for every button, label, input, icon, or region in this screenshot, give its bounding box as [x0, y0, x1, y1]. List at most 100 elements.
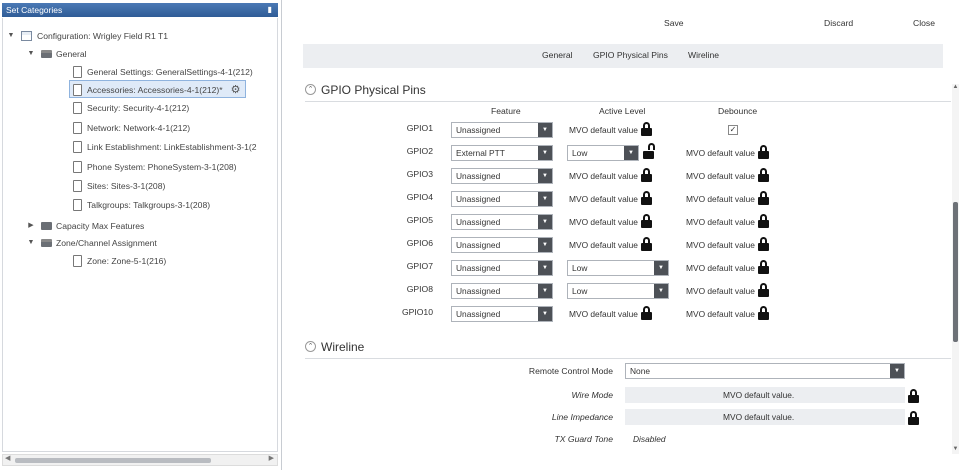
feature-select[interactable]: Unassigned ▼	[451, 260, 553, 276]
lock-icon[interactable]	[757, 168, 769, 183]
active-level-mvo: MVO default value	[569, 168, 652, 185]
chevron-down-icon[interactable]: ▼	[538, 284, 552, 298]
tree-node-general-settings[interactable]: General Settings: GeneralSettings-4-1(21…	[73, 63, 253, 81]
lock-icon[interactable]	[640, 168, 652, 183]
lock-icon[interactable]	[757, 237, 769, 252]
lock-icon[interactable]	[640, 306, 652, 321]
lock-icon[interactable]	[640, 122, 652, 137]
lock-icon[interactable]	[640, 237, 652, 252]
close-button[interactable]: Close	[913, 18, 935, 28]
feature-select[interactable]: Unassigned ▼	[451, 237, 553, 253]
chevron-down-icon[interactable]: ▼	[624, 146, 638, 160]
scrollbar-thumb[interactable]	[15, 458, 211, 463]
chevron-down-icon[interactable]: ▼	[654, 284, 668, 298]
chevron-down-icon[interactable]: ▼	[538, 123, 552, 137]
discard-button[interactable]: Discard	[824, 18, 853, 28]
lock-icon[interactable]	[908, 411, 919, 425]
tx-guard-tone-label: TX Guard Tone	[554, 434, 613, 444]
chevron-down-icon[interactable]: ▼	[654, 261, 668, 275]
debounce-mvo: MVO default value	[686, 283, 769, 300]
tree-node-sites[interactable]: Sites: Sites-3-1(208)	[73, 177, 165, 195]
feature-select[interactable]: Unassigned ▼	[451, 306, 553, 322]
gpio-pin-label: GPIO5	[406, 215, 433, 225]
active-level-mvo: MVO default value	[569, 306, 652, 323]
tree-node-zone[interactable]: Zone: Zone-5-1(216)	[73, 252, 166, 270]
lock-icon[interactable]	[757, 283, 769, 298]
gpio-section-header[interactable]: ⌃ GPIO Physical Pins	[305, 83, 426, 97]
remote-control-mode-select[interactable]: None ▼	[625, 363, 905, 379]
scroll-down-icon[interactable]: ▼	[952, 446, 959, 452]
chevron-down-icon[interactable]: ▼	[538, 261, 552, 275]
lock-icon[interactable]	[908, 389, 919, 403]
lock-icon[interactable]	[757, 260, 769, 275]
scrollbar-thumb[interactable]	[953, 202, 958, 342]
chevron-down-icon[interactable]: ▼	[538, 192, 552, 206]
tree-node-configuration[interactable]: ▼ Configuration: Wrigley Field R1 T1	[8, 27, 168, 45]
active-level-mvo: MVO default value	[569, 122, 652, 139]
collapsed-arrow-icon[interactable]: ▶	[27, 217, 35, 235]
chevron-down-icon[interactable]: ▼	[538, 238, 552, 252]
feature-select[interactable]: Unassigned ▼	[451, 191, 553, 207]
line-impedance-field: MVO default value.	[625, 409, 905, 425]
collapse-icon[interactable]: ⌃	[305, 84, 316, 96]
feature-select[interactable]: Unassigned ▼	[451, 283, 553, 299]
tree-node-capacity-max-features[interactable]: ▶ Capacity Max Features	[28, 217, 144, 235]
lock-icon[interactable]	[757, 145, 769, 160]
feature-select[interactable]: Unassigned ▼	[451, 168, 553, 184]
folder-open-icon	[41, 49, 52, 58]
scroll-up-icon[interactable]: ▲	[952, 84, 959, 90]
debounce-mvo: MVO default value	[686, 191, 769, 208]
pin-icon[interactable]: ▮	[268, 3, 272, 17]
scroll-right-icon[interactable]: ▶	[269, 454, 274, 462]
expand-arrow-icon[interactable]: ▼	[7, 27, 15, 45]
gpio-pin-label: GPIO6	[406, 238, 433, 248]
collapse-icon[interactable]: ⌃	[305, 341, 316, 353]
tab-general[interactable]: General	[542, 50, 573, 60]
unlocked-icon[interactable]	[643, 143, 655, 159]
chevron-down-icon[interactable]: ▼	[538, 307, 552, 321]
wireline-section-header[interactable]: ⌃ Wireline	[305, 340, 364, 354]
lock-icon[interactable]	[757, 214, 769, 229]
tree-node-zone-channel-assignment[interactable]: ▼ Zone/Channel Assignment	[28, 234, 157, 252]
tree-node-phone-system[interactable]: Phone System: PhoneSystem-3-1(208)	[73, 158, 237, 176]
active-level-mvo: MVO default value	[569, 214, 652, 231]
wire-mode-label: Wire Mode	[571, 390, 613, 400]
lock-icon[interactable]	[640, 191, 652, 206]
tree-node-talkgroups[interactable]: Talkgroups: Talkgroups-3-1(208)	[73, 196, 210, 214]
tab-gpio-physical-pins[interactable]: GPIO Physical Pins	[593, 50, 668, 60]
gpio-pin-label: GPIO7	[406, 261, 433, 271]
gear-icon[interactable]: ⚙	[231, 81, 241, 99]
chevron-down-icon[interactable]: ▼	[538, 146, 552, 160]
document-icon	[73, 160, 82, 173]
tab-wireline[interactable]: Wireline	[688, 50, 719, 60]
lock-icon[interactable]	[640, 214, 652, 229]
tree-node-network[interactable]: Network: Network-4-1(212)	[73, 119, 190, 137]
feature-select[interactable]: Unassigned ▼	[451, 214, 553, 230]
lock-icon[interactable]	[757, 191, 769, 206]
category-tree: ▼ Configuration: Wrigley Field R1 T1 ▼ G…	[2, 18, 278, 452]
active-level-select[interactable]: Low ▼	[567, 260, 669, 276]
tree-node-accessories[interactable]: Accessories: Accessories-4-1(212)* ⚙	[69, 80, 246, 98]
scroll-left-icon[interactable]: ◀	[5, 454, 10, 462]
expand-arrow-icon[interactable]: ▼	[27, 234, 35, 252]
feature-select[interactable]: External PTT ▼	[451, 145, 553, 161]
save-button[interactable]: Save	[664, 18, 684, 28]
chevron-down-icon[interactable]: ▼	[538, 215, 552, 229]
feature-select[interactable]: Unassigned ▼	[451, 122, 553, 138]
active-level-select[interactable]: Low ▼	[567, 283, 669, 299]
chevron-down-icon[interactable]: ▼	[890, 364, 904, 378]
lock-icon[interactable]	[757, 306, 769, 321]
document-icon	[73, 83, 82, 96]
tree-node-link-establishment[interactable]: Link Establishment: LinkEstablishment-3-…	[73, 138, 257, 156]
horizontal-scrollbar[interactable]: ◀ ▶	[2, 454, 278, 466]
tree-node-general[interactable]: ▼ General	[28, 45, 87, 63]
expand-arrow-icon[interactable]: ▼	[27, 45, 35, 63]
chevron-down-icon[interactable]: ▼	[538, 169, 552, 183]
debounce-mvo: MVO default value	[686, 306, 769, 323]
gpio-pin-label: GPIO1	[406, 123, 433, 133]
debounce-checkbox[interactable]: ✓	[728, 125, 738, 135]
active-level-select[interactable]: Low ▼	[567, 145, 639, 161]
document-icon	[73, 198, 82, 211]
tree-node-security[interactable]: Security: Security-4-1(212)	[73, 99, 189, 117]
vertical-scrollbar[interactable]	[952, 84, 959, 454]
